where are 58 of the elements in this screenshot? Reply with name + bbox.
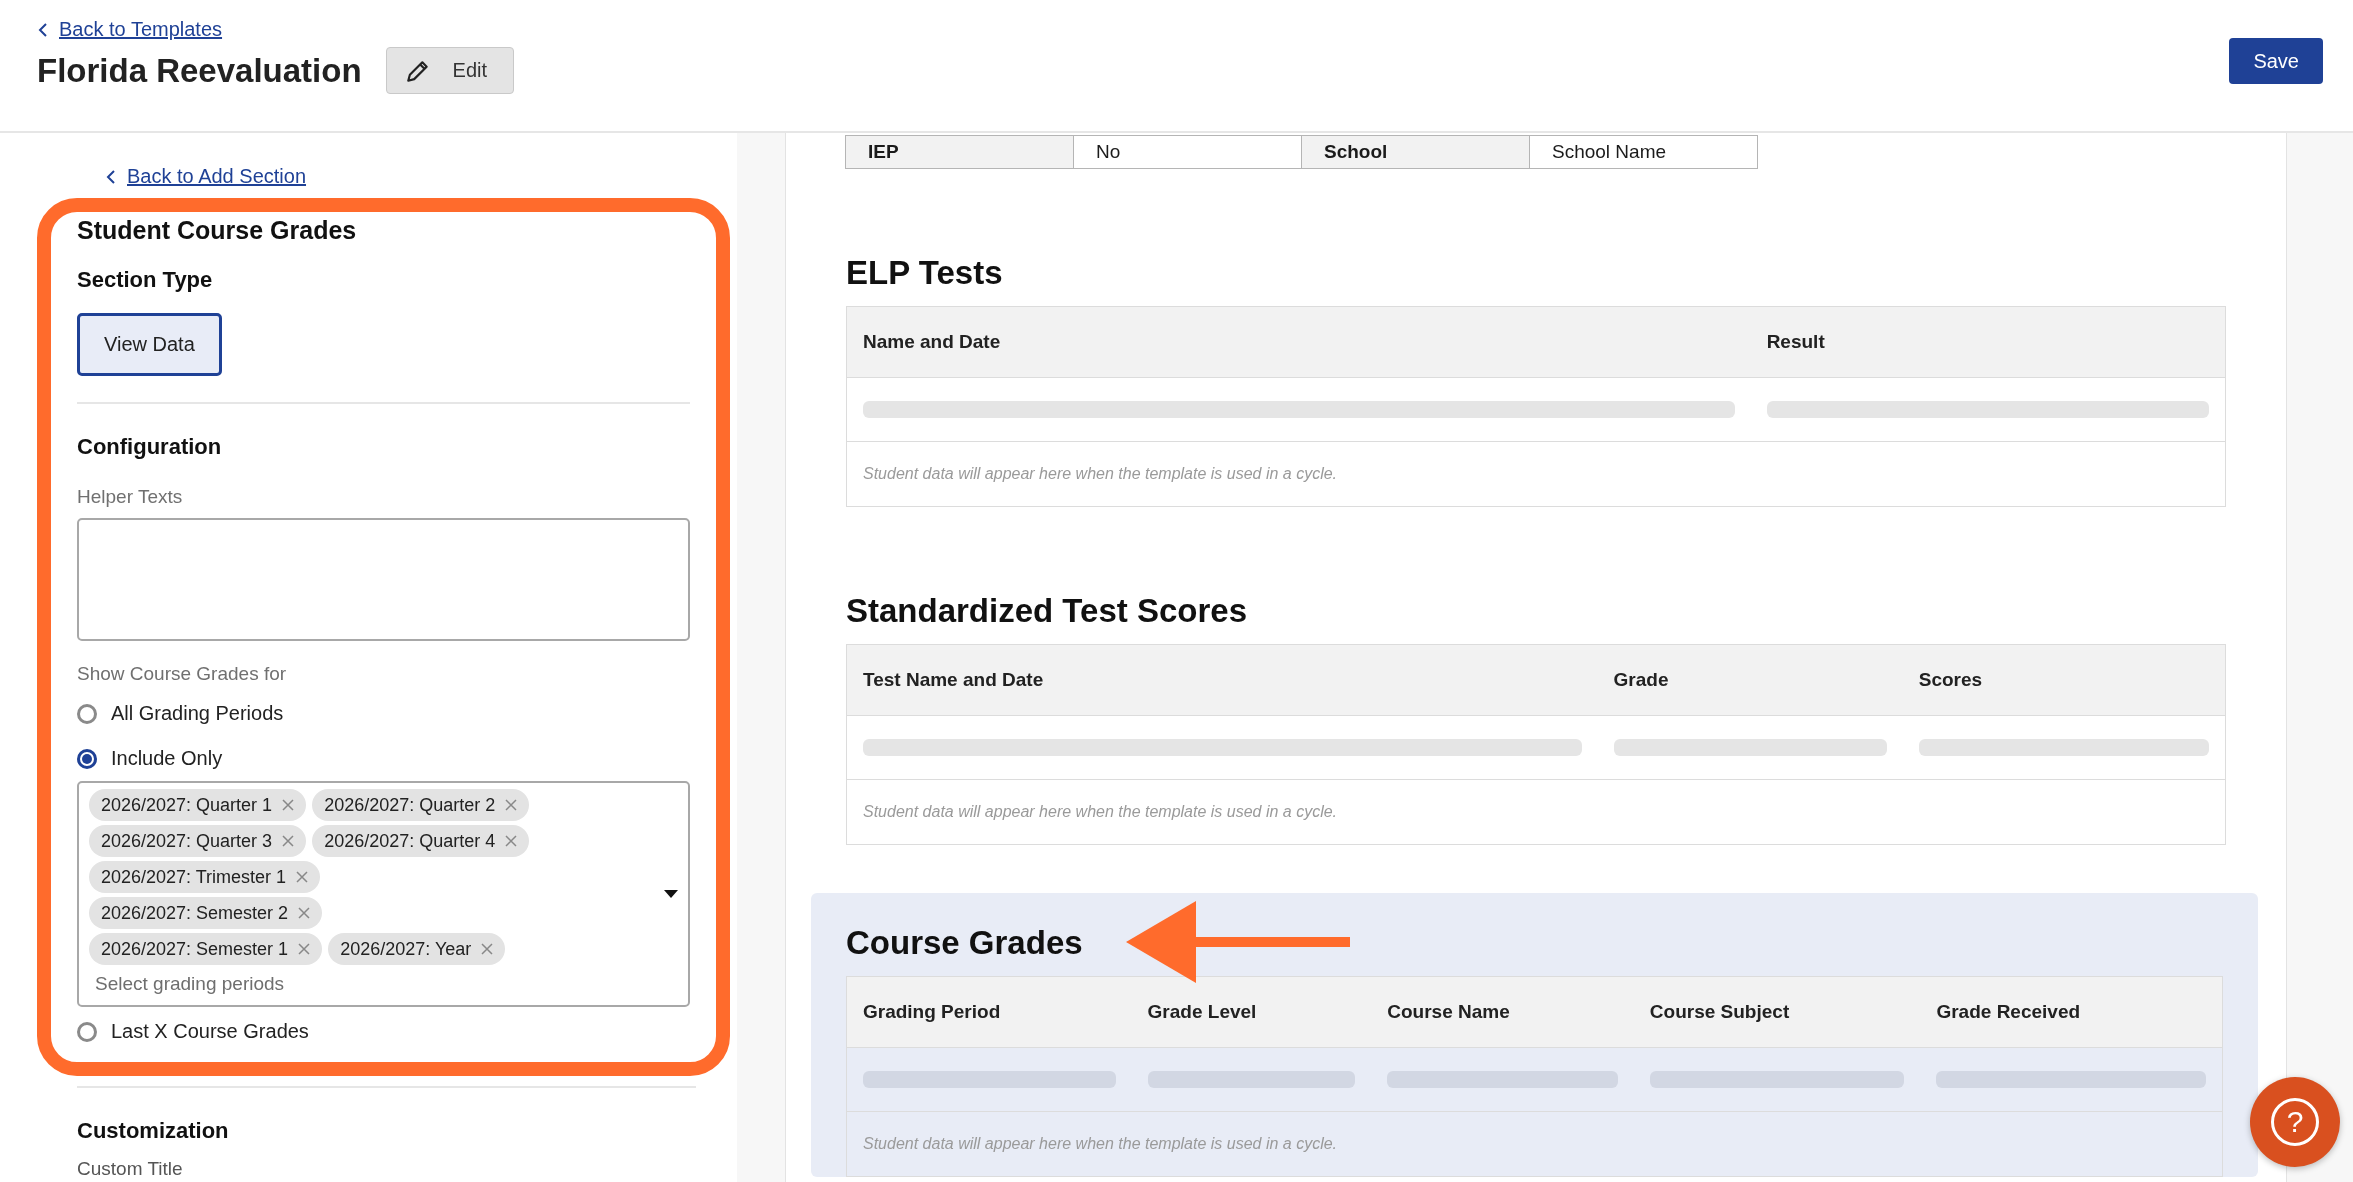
grading-period-chip[interactable]: 2026/2027: Quarter 1: [89, 789, 307, 821]
close-icon[interactable]: [298, 907, 311, 919]
close-icon[interactable]: [282, 799, 295, 811]
helper-texts-field[interactable]: [77, 518, 690, 641]
close-icon[interactable]: [505, 835, 518, 847]
radio-option[interactable]: Last X Course Grades: [77, 1009, 690, 1054]
caret-icon: [664, 890, 678, 898]
edit-button[interactable]: Edit: [385, 47, 515, 94]
column-header: Grading Period: [847, 977, 1132, 1048]
column-header: Grade Received: [1920, 977, 2222, 1048]
close-icon[interactable]: [505, 799, 518, 811]
close-icon[interactable]: [296, 871, 309, 883]
column-header: Grade: [1597, 645, 1903, 716]
column-header: Scores: [1902, 645, 2225, 716]
empty-note: Student data will appear here when the template is used in a cycle.: [862, 464, 1339, 484]
column-header: Grade Level: [1131, 977, 1372, 1048]
section-title: Student Course Grades: [77, 216, 358, 245]
table-cell: No: [1073, 135, 1302, 169]
back-link[interactable]: Back to Add Section: [105, 165, 737, 188]
close-icon[interactable]: [282, 835, 295, 847]
radio-option[interactable]: All Grading Periods: [77, 691, 690, 736]
empty-note: Student data will appear here when the template is used in a cycle.: [862, 802, 1339, 822]
grading-period-chip[interactable]: 2026/2027: Quarter 4: [312, 825, 530, 857]
grading-period-chip[interactable]: 2026/2027: Semester 1: [89, 933, 323, 965]
grading-period-chip[interactable]: 2026/2027: Quarter 3: [89, 825, 307, 857]
table-cell: School: [1301, 135, 1530, 169]
section-type-heading: Section Type: [77, 267, 214, 293]
field-label: Custom Title: [77, 1158, 184, 1180]
table-cell: IEP: [845, 135, 1074, 169]
section-type-option[interactable]: View Data: [77, 313, 222, 376]
column-header: Test Name and Date: [847, 645, 1598, 716]
grading-period-chip[interactable]: 2026/2027: Trimester 1: [89, 861, 321, 893]
column-header: Course Name: [1371, 977, 1634, 1048]
section-heading: Course Grades: [846, 923, 1083, 963]
close-icon[interactable]: [298, 943, 311, 955]
save-button[interactable]: Save: [2229, 38, 2323, 84]
close-icon[interactable]: [481, 943, 494, 955]
help-button[interactable]: ?: [2250, 1077, 2340, 1167]
table-cell: School Name: [1529, 135, 1758, 169]
field-label: Show Course Grades for: [77, 663, 288, 685]
section-heading: ELP Tests: [846, 253, 1003, 293]
column-header: Result: [1750, 307, 2225, 378]
section-heading: Standardized Test Scores: [846, 591, 1247, 631]
grading-period-select[interactable]: 2026/2027: Quarter 1 2026/2027: Quarter 2 2026/2027: Quarter 3 2026/2027: Quarter 4 2026/2027: Trimester 1 2026/2027: Semester 2 2026/2027: Semester 1 2026/2027: Year Select grading periods: [77, 781, 690, 1007]
grading-period-chip[interactable]: 2026/2027: Quarter 2: [312, 789, 530, 821]
column-header: Name and Date: [847, 307, 1751, 378]
grading-period-chip[interactable]: 2026/2027: Semester 2: [89, 897, 323, 929]
field-label: Helper Texts: [77, 486, 184, 508]
configuration-heading: Configuration: [77, 434, 223, 460]
customization-heading: Customization: [77, 1118, 230, 1144]
back-link[interactable]: Back to Templates: [37, 18, 515, 41]
page-title: Florida Reevaluation: [37, 51, 362, 90]
chevron-left-icon: [37, 21, 49, 38]
chevron-left-icon: [105, 168, 117, 185]
radio-option[interactable]: Include Only: [77, 736, 690, 781]
column-header: Course Subject: [1633, 977, 1921, 1048]
grading-period-chip[interactable]: 2026/2027: Year: [328, 933, 506, 965]
empty-note: Student data will appear here when the template is used in a cycle.: [862, 1134, 1339, 1154]
